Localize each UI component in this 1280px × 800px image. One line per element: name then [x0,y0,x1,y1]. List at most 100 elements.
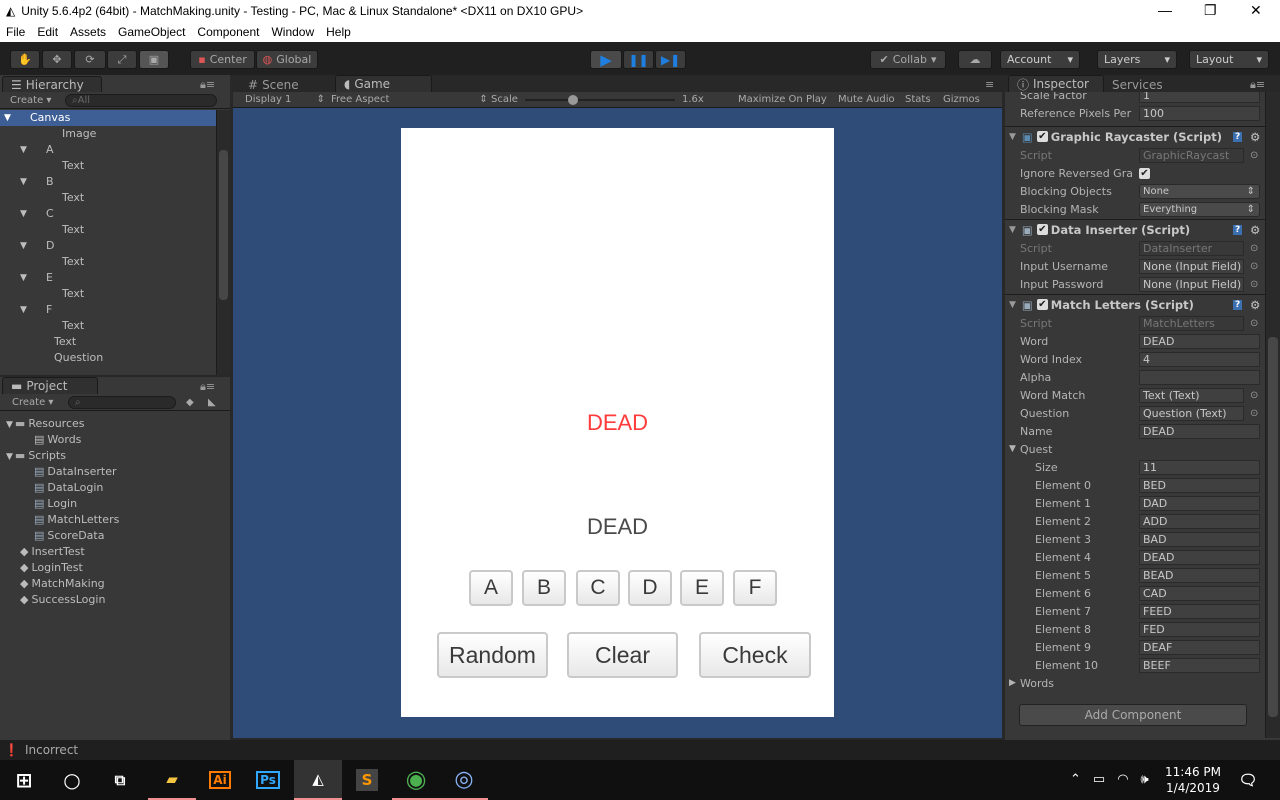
hierarchy-item[interactable]: Text [0,190,216,206]
hierarchy-scrollbar[interactable] [216,110,230,375]
project-search-input[interactable]: ⌕ [68,396,176,409]
quest-element-input[interactable]: BEEF [1139,657,1260,673]
lock-icon[interactable]: 🔒︎≡ [200,380,215,394]
hierarchy-tab[interactable]: ☰ Hierarchy [2,76,102,93]
lock-icon[interactable]: 🔒︎≡ [200,78,215,92]
object-picker-icon[interactable]: ⊙ [1250,318,1258,329]
mute-audio-toggle[interactable]: Mute Audio [838,94,895,105]
project-item[interactable]: ▤ DataLogin [0,480,230,496]
scene-tab[interactable]: # Scene [240,76,330,93]
battery-icon[interactable]: ▭ [1093,772,1105,787]
field-value[interactable]: None (Input Field) [1139,276,1244,292]
hierarchy-item[interactable]: Question [0,350,216,366]
field-value[interactable]: 100 [1139,105,1260,121]
hierarchy-create-button[interactable]: Create ▾ [0,95,51,106]
check-button[interactable]: Check [699,632,811,678]
component-enabled-checkbox[interactable]: ✔ [1036,131,1048,142]
notifications-icon[interactable]: 🗨︎ [1224,760,1272,800]
menu-help[interactable]: Help [320,25,357,39]
app-icon[interactable]: ◎ [440,760,488,800]
layout-dropdown[interactable]: Layout ▾ [1189,50,1269,69]
maximize-on-play-toggle[interactable]: Maximize On Play [738,94,827,105]
hierarchy-item[interactable]: ▼ Canvas [0,110,216,126]
services-tab[interactable]: Services [1104,76,1184,93]
quest-element-input[interactable]: FED [1139,621,1260,637]
illustrator-icon[interactable]: Ai [196,760,244,800]
expand-arrow-icon[interactable]: ▼ [1009,225,1016,235]
scrollbar-thumb[interactable] [1268,337,1278,717]
scale-tool-button[interactable]: ⤢ [107,50,137,69]
expand-arrow-icon[interactable]: ▼ [1009,300,1016,310]
help-icon[interactable]: ? [1233,299,1243,310]
minimize-button[interactable]: — [1158,2,1172,18]
gear-icon[interactable]: ⚙ [1250,223,1260,237]
project-item[interactable]: ▤ Words [0,432,230,448]
letter-button-b[interactable]: B [522,570,566,606]
scale-slider[interactable] [525,95,675,105]
menu-gameobject[interactable]: GameObject [112,25,191,39]
letter-button-d[interactable]: D [628,570,672,606]
cloud-button[interactable]: ☁ [958,50,992,69]
gear-icon[interactable]: ⚙ [1250,130,1260,144]
project-item[interactable]: ▤ ScoreData [0,528,230,544]
pivot-center-button[interactable]: ▪ Center [190,50,255,69]
scale-slider-handle[interactable] [568,95,578,105]
hierarchy-item[interactable]: ▼ D [0,238,216,254]
field-value[interactable]: DEAD [1139,423,1260,439]
project-create-button[interactable]: Create ▾ [0,397,53,408]
hierarchy-item[interactable]: Text [0,334,216,350]
words-foldout[interactable]: ▶ Words [1005,674,1265,692]
expand-arrow-icon[interactable]: ▼ [20,238,27,254]
cortana-icon[interactable]: ○ [48,760,96,800]
match-letters-header[interactable]: ▼ ▣ ✔ Match Letters (Script)? ⚙ [1005,294,1265,314]
hierarchy-item[interactable]: Text [0,254,216,270]
project-item[interactable]: ▤ DataInserter [0,464,230,480]
hierarchy-item[interactable]: ▼ F [0,302,216,318]
collapsed-arrow-icon[interactable]: ▶ [1009,678,1016,688]
object-picker-icon[interactable]: ⊙ [1250,150,1258,161]
pause-button[interactable]: ❚❚ [623,50,654,69]
expand-arrow-icon[interactable]: ▼ [20,302,27,318]
step-button[interactable]: ▶❚ [655,50,686,69]
object-picker-icon[interactable]: ⊙ [1250,243,1258,254]
field-value[interactable]: 4 [1139,351,1260,367]
pivot-global-button[interactable]: ◍ Global [256,50,318,69]
hierarchy-item[interactable]: ▼ C [0,206,216,222]
project-item[interactable]: ◆ MatchMaking [0,576,230,592]
aspect-dropdown[interactable]: Free Aspect ⇕ [331,94,488,105]
menu-edit[interactable]: Edit [31,25,64,39]
quest-element-input[interactable]: BEAD [1139,567,1260,583]
add-component-button[interactable]: Add Component [1019,704,1247,726]
field-value[interactable]: None (Input Field) [1139,258,1244,274]
gear-icon[interactable]: ⚙ [1250,298,1260,312]
project-item[interactable]: ◆ SuccessLogin [0,592,230,608]
hierarchy-item[interactable]: Text [0,286,216,302]
expand-arrow-icon[interactable]: ▼ [20,206,27,222]
volume-icon[interactable]: 🕪︎ [1141,772,1149,787]
scrollbar-thumb[interactable] [219,150,228,300]
hierarchy-item[interactable]: ▼ E [0,270,216,286]
expand-arrow-icon[interactable]: ▼ [6,420,13,430]
hand-tool-button[interactable]: ✋ [10,50,40,69]
field-value[interactable]: DEAD [1139,333,1260,349]
field-value[interactable]: Text (Text) [1139,387,1244,403]
blocking-objects-dropdown[interactable]: None ⇕ [1139,183,1260,199]
file-explorer-icon[interactable]: ▰ [148,760,196,800]
quest-element-input[interactable]: BED [1139,477,1260,493]
quest-element-input[interactable]: BAD [1139,531,1260,547]
menu-assets[interactable]: Assets [64,25,112,39]
field-value[interactable]: Question (Text) [1139,405,1244,421]
sublime-text-icon[interactable]: S [343,760,391,800]
menu-window[interactable]: Window [265,25,320,39]
menu-file[interactable]: File [0,25,31,39]
lock-icon[interactable]: 🔒︎≡ [1250,78,1265,92]
hierarchy-item[interactable]: ▼ B [0,174,216,190]
letter-button-e[interactable]: E [680,570,724,606]
object-picker-icon[interactable]: ⊙ [1250,279,1258,290]
maximize-button[interactable]: ❐ [1204,2,1217,19]
quest-element-input[interactable]: FEED [1139,603,1260,619]
clear-button[interactable]: Clear [567,632,678,678]
object-picker-icon[interactable]: ⊙ [1250,408,1258,419]
hierarchy-search-input[interactable]: ⌕All [65,94,217,107]
hierarchy-item[interactable]: Text [0,158,216,174]
